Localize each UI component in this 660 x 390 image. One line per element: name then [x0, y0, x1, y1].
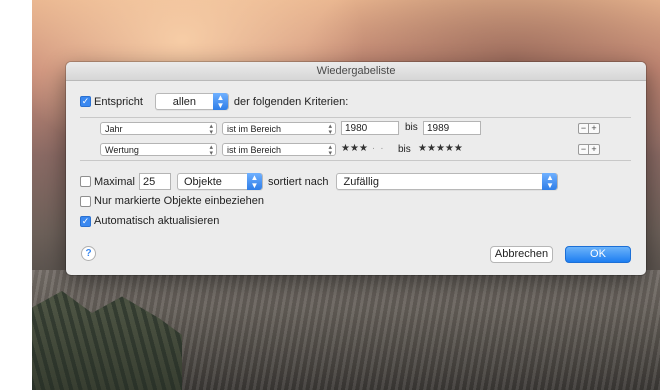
match-mode-popup[interactable]: allen ▲ ▼	[154, 93, 229, 110]
limit-value-input[interactable]: 25	[138, 173, 171, 190]
rule-1-from-input[interactable]: 1980	[341, 121, 399, 135]
sort-order-value: Zufällig	[343, 176, 379, 188]
live-update-label: Automatisch aktualisieren	[94, 215, 220, 227]
limit-unit-popup[interactable]: Objekte ▲ ▼	[176, 173, 263, 190]
sort-order-popup[interactable]: Zufällig ▲ ▼	[336, 173, 559, 190]
match-mode-value: allen	[172, 96, 197, 108]
star-icon: ★	[418, 143, 427, 154]
rule-1-operator: ist im Bereich	[227, 124, 282, 134]
chevron-updown-icon: ▴ ▾	[328, 144, 332, 157]
checkmark-icon: ✓	[81, 96, 90, 106]
limit-label: Maximal	[94, 175, 135, 188]
criteria-label: der folgenden Kriterien:	[233, 95, 349, 108]
checkmark-icon: ✓	[81, 215, 90, 226]
rule-2-from-stars[interactable]: ★★★ · ·	[341, 143, 384, 154]
rule-2-to-stars[interactable]: ★★★★★	[418, 143, 463, 154]
star-empty-icon: ·	[380, 143, 384, 154]
remove-rule-1-button[interactable]: −	[578, 123, 589, 134]
limit-checkbox[interactable]	[80, 176, 91, 187]
match-label: Entspricht	[94, 95, 143, 108]
dialog-title: Wiedergabeliste	[66, 62, 646, 81]
rule-1-field: Jahr	[105, 124, 123, 134]
add-rule-2-button[interactable]: +	[589, 144, 600, 155]
star-empty-icon: ·	[371, 143, 376, 154]
help-button[interactable]: ?	[81, 246, 96, 261]
cancel-button[interactable]: Abbrechen	[490, 246, 553, 263]
rule-2-between-label: bis	[398, 144, 411, 155]
rule-1-between-label: bis	[405, 122, 418, 133]
sort-label: sortiert nach	[267, 175, 329, 188]
rule-1-controls: − +	[578, 123, 600, 134]
chevron-updown-icon: ▴ ▾	[328, 123, 332, 136]
rule-1-operator-popup[interactable]: ist im Bereich ▴ ▾	[222, 122, 336, 136]
rule-2-field: Wertung	[105, 145, 139, 155]
only-checked-label: Nur markierte Objekte einbeziehen	[94, 195, 264, 207]
only-checked-checkbox[interactable]	[80, 195, 91, 207]
star-icon: ★	[453, 143, 463, 154]
rule-2-controls: − +	[578, 144, 600, 155]
chevron-updown-icon: ▴ ▾	[209, 123, 213, 136]
live-update-row: ✓ Automatisch aktualisieren	[80, 215, 219, 227]
ok-button[interactable]: OK	[565, 246, 631, 263]
rule-2-operator-popup[interactable]: ist im Bereich ▴ ▾	[222, 143, 336, 157]
popup-arrows-icon: ▲ ▼	[212, 93, 228, 110]
add-rule-1-button[interactable]: +	[589, 123, 600, 134]
match-checkbox[interactable]: ✓	[80, 96, 91, 107]
criteria-list: Jahr ▴ ▾ ist im Bereich ▴ ▾ 1980 bis 1989 …	[80, 117, 631, 161]
match-row: ✓ Entspricht allen ▲ ▼ der folgenden Krit…	[80, 93, 348, 110]
rule-1-to-input[interactable]: 1989	[423, 121, 481, 135]
remove-rule-2-button[interactable]: −	[578, 144, 589, 155]
popup-arrows-icon: ▲ ▼	[246, 173, 262, 190]
smart-playlist-dialog: Wiedergabeliste ✓ Entspricht allen ▲ ▼ de…	[66, 62, 646, 275]
rule-1-field-popup[interactable]: Jahr ▴ ▾	[100, 122, 217, 136]
only-checked-row: Nur markierte Objekte einbeziehen	[80, 195, 264, 207]
rule-2-operator: ist im Bereich	[227, 145, 282, 155]
limit-row: Maximal 25 Objekte ▲ ▼ sortiert nach Zufä…	[80, 173, 559, 190]
star-icon: ★	[444, 143, 454, 154]
star-icon: ★	[349, 143, 359, 154]
popup-arrows-icon: ▲ ▼	[542, 173, 558, 190]
chevron-updown-icon: ▴ ▾	[209, 144, 213, 157]
limit-unit-value: Objekte	[183, 176, 222, 188]
star-icon: ★	[358, 143, 368, 154]
star-icon: ★	[341, 143, 350, 154]
rule-2-field-popup[interactable]: Wertung ▴ ▾	[100, 143, 217, 157]
star-icon: ★	[426, 143, 436, 154]
live-update-checkbox[interactable]: ✓	[80, 215, 91, 227]
star-icon: ★	[435, 143, 445, 154]
desktop-left-margin	[0, 0, 33, 390]
